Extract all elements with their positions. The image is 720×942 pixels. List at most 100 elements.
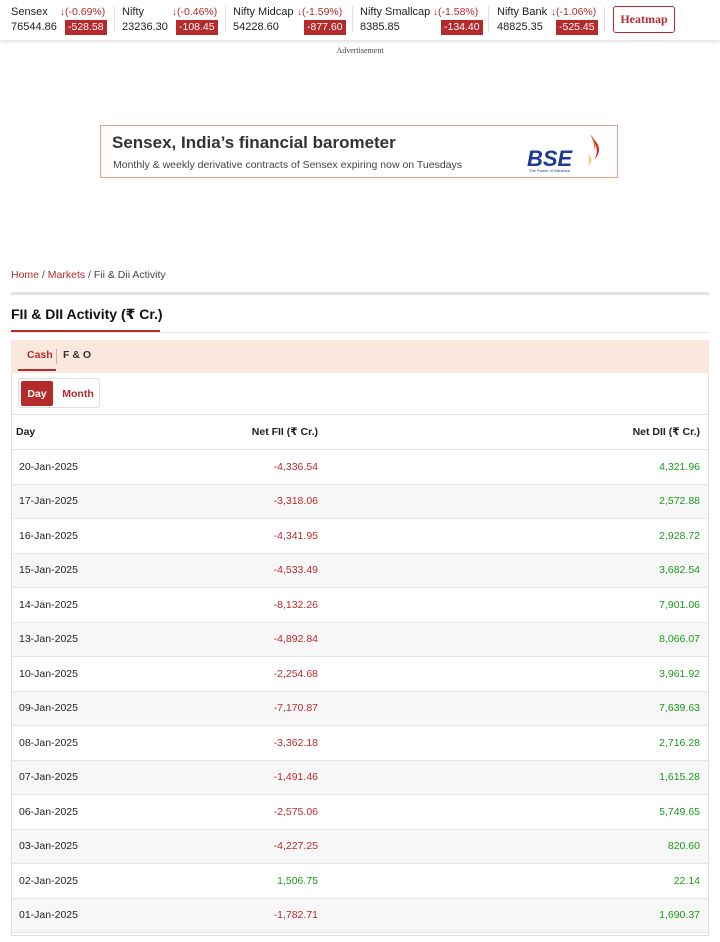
ticker-nifty[interactable]: Nifty ↓(-0.46%) 23236.30 -108.45 xyxy=(111,4,223,36)
table-row: 02-Jan-2025 1,506.75 22.14 xyxy=(12,864,708,898)
breadcrumb-current: Fii & Dii Activity xyxy=(93,269,166,281)
row-net-dii: 8,066.07 xyxy=(659,633,700,646)
row-net-dii: 820.60 xyxy=(667,840,700,853)
row-net-fii: -2,575.06 xyxy=(273,805,318,818)
section-divider xyxy=(11,292,709,295)
ticker-name: Nifty Midcap xyxy=(233,6,294,18)
tab-cash[interactable]: Cash xyxy=(27,349,53,361)
table-row: 08-Jan-2025 -3,362.18 2,716.28 xyxy=(12,726,708,760)
row-net-dii: 1,615.28 xyxy=(659,771,700,784)
row-net-dii: 7,639.63 xyxy=(659,702,700,715)
ticker-name: Nifty xyxy=(122,6,144,18)
ticker-change: -108.45 xyxy=(176,20,218,35)
table-row: 15-Jan-2025 -4,533.49 3,682.54 xyxy=(12,553,708,588)
ticker-change: -877.60 xyxy=(304,20,346,35)
table-row: 03-Jan-2025 -4,227.25 820.60 xyxy=(12,829,708,864)
row-net-dii: 22.14 xyxy=(673,874,700,887)
table-row: 20-Jan-2025 -4,336.54 4,321.96 xyxy=(12,450,708,484)
row-net-dii: 3,682.54 xyxy=(659,564,700,577)
table-row: 10-Jan-2025 -2,254.68 3,961.92 xyxy=(12,657,708,691)
ticker-pct: ↓(-0.69%) xyxy=(60,6,106,18)
row-net-fii: -7,170.87 xyxy=(273,702,318,715)
row-net-fii: -1,782.71 xyxy=(273,909,318,922)
breadcrumb-markets[interactable]: Markets xyxy=(48,269,85,281)
ticker-nifty-smallcap[interactable]: Nifty Smallcap ↓(-1.58%) 8385.85 -134.40 xyxy=(349,4,484,36)
table-header-row: Day Net FII (₹ Cr.) Net DII (₹ Cr.) xyxy=(12,414,708,450)
row-net-dii: 2,928.72 xyxy=(659,529,700,542)
row-net-dii: 2,572.88 xyxy=(659,495,700,508)
svg-text:The Power of Valuence: The Power of Valuence xyxy=(529,168,571,173)
banner-title: Sensex, India’s financial barometer xyxy=(112,133,396,152)
ticker-sensex[interactable]: Sensex ↓(-0.69%) 76544.86 -528.58 xyxy=(0,4,112,36)
row-date: 02-Jan-2025 xyxy=(19,874,78,887)
activity-panel: Day Month Day Net FII (₹ Cr.) Net DII (₹… xyxy=(11,373,709,936)
period-toggle: Day Month xyxy=(18,378,100,408)
column-header-net-fii[interactable]: Net FII (₹ Cr.) xyxy=(192,415,558,450)
row-net-fii: -4,336.54 xyxy=(273,460,318,473)
row-net-fii: -1,491.46 xyxy=(273,771,318,784)
row-date: 03-Jan-2025 xyxy=(19,840,78,853)
advertisement-label: Advertisement xyxy=(336,46,384,55)
table-row: 14-Jan-2025 -8,132.26 7,901.06 xyxy=(12,588,708,622)
row-net-dii: 4,321.96 xyxy=(659,460,700,473)
table-row: 09-Jan-2025 -7,170.87 7,639.63 xyxy=(12,691,708,726)
table-row: 16-Jan-2025 -4,341.95 2,928.72 xyxy=(12,519,708,553)
tab-bar: Cash F & O xyxy=(11,340,709,373)
heatmap-button[interactable]: Heatmap xyxy=(613,6,675,33)
row-net-fii: -8,132.26 xyxy=(273,598,318,611)
ticker-nifty-bank[interactable]: Nifty Bank ↓(-1.06%) 48825.35 -525.45 xyxy=(486,4,604,36)
row-net-dii: 2,716.28 xyxy=(659,736,700,749)
market-ticker: Sensex ↓(-0.69%) 76544.86 -528.58 Nifty … xyxy=(0,0,720,40)
row-net-dii: 7,901.06 xyxy=(659,598,700,611)
row-date: 06-Jan-2025 xyxy=(19,805,78,818)
table-row: 01-Jan-2025 -1,782.71 1,690.37 xyxy=(12,898,708,933)
ticker-name: Nifty Smallcap xyxy=(360,6,431,18)
ticker-pct: ↓(-1.59%) xyxy=(297,6,343,18)
table-row: 07-Jan-2025 -1,491.46 1,615.28 xyxy=(12,760,708,795)
ticker-value: 76544.86 xyxy=(11,21,57,33)
row-date: 16-Jan-2025 xyxy=(19,529,78,542)
ticker-pct: ↓(-1.58%) xyxy=(433,6,479,18)
row-net-fii: -2,254.68 xyxy=(273,667,318,680)
row-date: 08-Jan-2025 xyxy=(19,736,78,749)
ticker-nifty-midcap[interactable]: Nifty Midcap ↓(-1.59%) 54228.60 -877.60 xyxy=(222,4,349,36)
row-net-dii: 3,961.92 xyxy=(659,667,700,680)
row-net-fii: -3,362.18 xyxy=(273,736,318,749)
row-net-fii: -4,341.95 xyxy=(273,529,318,542)
fii-dii-table: Day Net FII (₹ Cr.) Net DII (₹ Cr.) 20-J… xyxy=(12,414,708,933)
column-header-net-dii[interactable]: Net DII (₹ Cr.) xyxy=(558,415,708,450)
breadcrumb: Home / Markets / Fii & Dii Activity xyxy=(11,269,166,281)
row-net-dii: 1,690.37 xyxy=(659,909,700,922)
day-button[interactable]: Day xyxy=(21,381,53,406)
sensex-ad-banner[interactable]: Sensex, India’s financial barometer Mont… xyxy=(100,125,618,178)
row-date: 01-Jan-2025 xyxy=(19,909,78,922)
row-net-fii: -4,533.49 xyxy=(273,564,318,577)
row-date: 14-Jan-2025 xyxy=(19,598,78,611)
banner-subtitle: Monthly & weekly derivative contracts of… xyxy=(113,159,463,171)
month-button[interactable]: Month xyxy=(59,381,97,406)
row-net-fii: -3,318.06 xyxy=(273,495,318,508)
row-date: 10-Jan-2025 xyxy=(19,667,78,680)
row-net-dii: 5,749.65 xyxy=(659,805,700,818)
column-header-day[interactable]: Day xyxy=(12,415,192,450)
page-title: FII & DII Activity (₹ Cr.) xyxy=(11,306,163,322)
ticker-change: -134.40 xyxy=(441,20,483,35)
ticker-value: 54228.60 xyxy=(233,21,279,33)
ticker-name: Nifty Bank xyxy=(497,6,548,18)
row-date: 07-Jan-2025 xyxy=(19,771,78,784)
table-row: 13-Jan-2025 -4,892.84 8,066.07 xyxy=(12,622,708,657)
ticker-name: Sensex xyxy=(11,6,48,18)
row-date: 15-Jan-2025 xyxy=(19,564,78,577)
ticker-pct: ↓(-0.46%) xyxy=(172,6,218,18)
ticker-change: -525.45 xyxy=(556,20,598,35)
row-net-fii: 1,506.75 xyxy=(277,874,318,887)
active-tab-indicator xyxy=(18,369,56,371)
ticker-value: 8385.85 xyxy=(360,21,400,33)
ticker-change: -528.58 xyxy=(65,20,107,35)
row-date: 09-Jan-2025 xyxy=(19,702,78,715)
ticker-pct: ↓(-1.06%) xyxy=(551,6,597,18)
row-date: 20-Jan-2025 xyxy=(19,460,78,473)
breadcrumb-home[interactable]: Home xyxy=(11,269,39,281)
row-date: 17-Jan-2025 xyxy=(19,495,78,508)
tab-fo[interactable]: F & O xyxy=(63,349,91,361)
